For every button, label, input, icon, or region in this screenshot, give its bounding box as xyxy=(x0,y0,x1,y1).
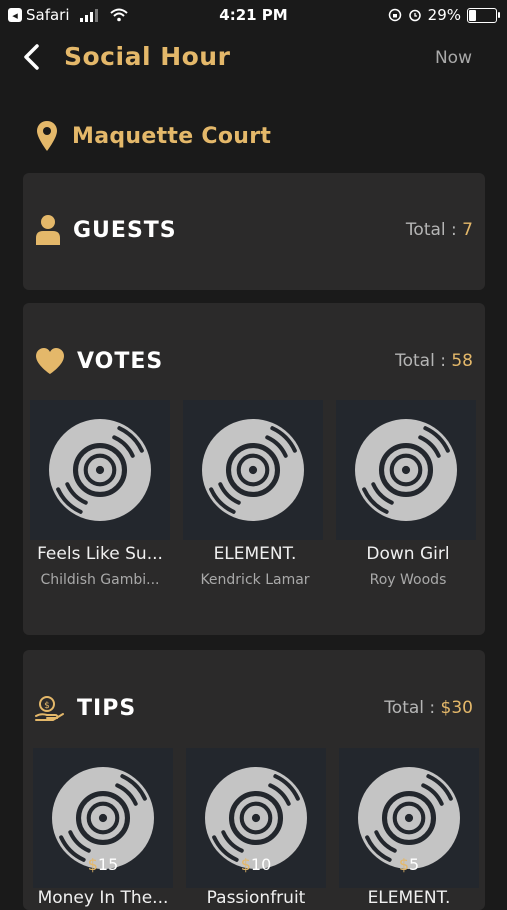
heart-icon xyxy=(36,348,64,374)
vote-item[interactable] xyxy=(336,400,476,540)
rotation-lock-icon xyxy=(388,8,401,22)
votes-list xyxy=(30,400,476,540)
votes-header: VOTES Total : 58 xyxy=(35,347,473,375)
votes-total-label: Total : xyxy=(395,351,452,371)
vote-item-artist: Kendrick Lamar xyxy=(200,572,310,588)
vote-item-title: ELEMENT. xyxy=(213,544,297,564)
tip-amount: $10 xyxy=(186,855,326,874)
tip-currency: $ xyxy=(398,855,409,874)
tips-total: Total : $30 xyxy=(384,698,473,718)
vote-item[interactable] xyxy=(30,400,170,540)
vinyl-record-icon xyxy=(49,419,151,521)
guests-total-label: Total : xyxy=(405,220,463,240)
vinyl-record-icon xyxy=(52,767,154,869)
tip-item[interactable]: $10 xyxy=(186,748,326,888)
votes-title: VOTES xyxy=(77,348,164,374)
tip-currency: $ xyxy=(87,855,98,874)
guests-title: GUESTS xyxy=(73,217,177,243)
person-icon xyxy=(36,215,60,245)
vinyl-record-icon xyxy=(358,767,460,869)
now-label[interactable]: Now xyxy=(435,48,472,68)
vote-item-title: Feels Like Su... xyxy=(37,544,163,564)
tip-value: 15 xyxy=(97,855,119,874)
status-bar: ◂ Safari 4:21 PM 29% xyxy=(0,0,507,32)
guests-card[interactable]: GUESTS Total : 7 xyxy=(23,173,485,290)
votes-total: Total : 58 xyxy=(395,351,473,371)
navigation-bar: Social Hour Now xyxy=(0,32,507,88)
tip-value: 5 xyxy=(409,855,420,874)
location-row: Maquette Court xyxy=(36,120,271,152)
status-right: 29% xyxy=(388,6,500,24)
battery-percent: 29% xyxy=(427,6,461,24)
location-name: Maquette Court xyxy=(72,123,272,149)
tips-total-label: Total : xyxy=(384,698,441,718)
vote-item[interactable] xyxy=(183,400,323,540)
tips-total-value: $30 xyxy=(440,698,473,718)
back-chevron-icon[interactable] xyxy=(18,42,48,72)
alarm-icon xyxy=(408,9,421,22)
vote-item-artist: Roy Woods xyxy=(369,572,447,588)
tip-item[interactable]: $15 xyxy=(33,748,173,888)
tips-header: $ TIPS Total : $30 xyxy=(35,694,473,722)
tip-value: 10 xyxy=(250,855,272,874)
tip-item-title: Money In The... xyxy=(37,888,169,908)
vinyl-record-icon xyxy=(355,419,457,521)
tip-item[interactable]: $5 xyxy=(339,748,479,888)
vote-item-artist: Childish Gambi... xyxy=(40,572,160,588)
tip-amount: $15 xyxy=(33,855,173,874)
tips-list: $15 $10 $5 xyxy=(33,748,479,888)
vinyl-record-icon xyxy=(202,419,304,521)
guests-header: GUESTS Total : 7 xyxy=(35,214,473,246)
vinyl-record-icon xyxy=(205,767,307,869)
page-title: Social Hour xyxy=(64,42,231,71)
tip-item-title: Passionfruit xyxy=(206,888,306,908)
tips-title: TIPS xyxy=(77,695,137,721)
votes-card: VOTES Total : 58 Feels Like Su... Childi… xyxy=(23,303,485,635)
guests-total: Total : 7 xyxy=(406,220,473,240)
tip-item-title: ELEMENT. xyxy=(367,888,451,908)
vote-item-title: Down Girl xyxy=(366,544,450,564)
tips-card: $ TIPS Total : $30 $15 $10 $5 Money In T… xyxy=(23,650,485,910)
tip-hand-coin-icon: $ xyxy=(35,696,64,721)
tip-currency: $ xyxy=(240,855,251,874)
battery-icon xyxy=(467,7,500,23)
location-pin-icon xyxy=(37,121,57,151)
svg-text:$: $ xyxy=(44,701,50,711)
tip-amount: $5 xyxy=(339,855,479,874)
votes-total-value: 58 xyxy=(451,351,473,371)
guests-total-value: 7 xyxy=(462,220,473,240)
